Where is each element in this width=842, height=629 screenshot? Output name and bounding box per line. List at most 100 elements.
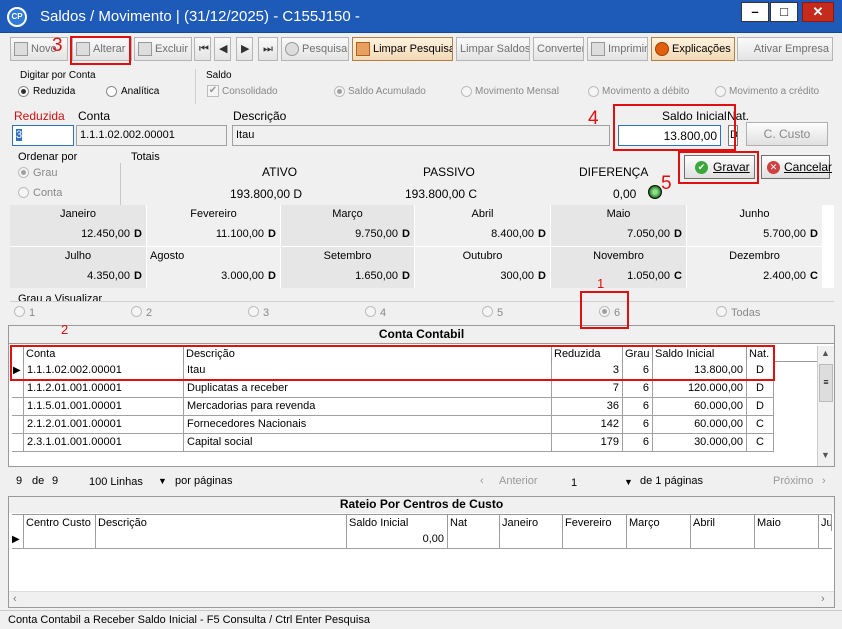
rateio-descricao-cell[interactable] xyxy=(96,531,347,549)
scroll-left-icon[interactable]: ‹ xyxy=(13,593,17,605)
rateio-column-header[interactable]: Abril xyxy=(691,515,755,531)
analitica-radio[interactable] xyxy=(106,86,117,97)
table-cell[interactable]: 7 xyxy=(552,380,623,398)
grau-radio-5[interactable] xyxy=(482,306,493,317)
table-cell[interactable]: 1.1.5.01.001.00001 xyxy=(24,398,184,416)
table-cell[interactable]: 3 xyxy=(552,362,623,380)
converter-button[interactable]: Converter xyxy=(533,37,584,61)
rateio-column-header[interactable]: Nat xyxy=(448,515,500,531)
table-cell[interactable]: 1.1.1.02.002.00001 xyxy=(24,362,184,380)
rateio-fevereiro-cell[interactable] xyxy=(563,531,627,549)
page-dropdown-icon[interactable]: ▼ xyxy=(624,477,633,487)
rateio-column-header[interactable]: Maio xyxy=(755,515,819,531)
reduzida-input[interactable]: 3 xyxy=(12,125,74,146)
table-cell[interactable]: Duplicatas a receber xyxy=(184,380,552,398)
saldo-acumulado-radio[interactable] xyxy=(334,86,345,97)
grau-radio-4[interactable] xyxy=(365,306,376,317)
rateio-column-header[interactable]: Fevereiro xyxy=(563,515,627,531)
alterar-button[interactable]: Alterar xyxy=(72,37,132,61)
table-cell[interactable]: 120.000,00 xyxy=(653,380,747,398)
ordenar-grau-radio[interactable] xyxy=(18,167,29,178)
lines-select[interactable]: 100 Linhas xyxy=(89,476,143,488)
table-cell[interactable]: 6 xyxy=(623,416,653,434)
table-cell[interactable]: 179 xyxy=(552,434,623,452)
prev-page-icon[interactable]: ‹ xyxy=(480,475,484,487)
next-record-button[interactable]: ▶ xyxy=(236,37,253,61)
column-header[interactable]: Descrição xyxy=(184,346,552,362)
imprimir-button[interactable]: Imprimir xyxy=(587,37,648,61)
next-page-icon[interactable]: › xyxy=(822,475,826,487)
scroll-up-icon[interactable]: ▲ xyxy=(821,348,830,358)
rateio-column-header[interactable]: Descrição xyxy=(96,515,347,531)
table-cell[interactable]: 2.3.1.01.001.00001 xyxy=(24,434,184,452)
reduzida-radio[interactable] xyxy=(18,86,29,97)
gravar-button[interactable]: ✔ Gravar xyxy=(684,155,755,179)
explicacoes-button[interactable]: Explicações xyxy=(651,37,735,61)
rateio-centro-cell[interactable] xyxy=(24,531,96,549)
table-cell[interactable]: Mercadorias para revenda xyxy=(184,398,552,416)
prev-record-button[interactable]: ◀ xyxy=(214,37,231,61)
excluir-button[interactable]: Excluir xyxy=(134,37,192,61)
table-cell[interactable]: 60.000,00 xyxy=(653,398,747,416)
rateio-row[interactable]: ▶ 0,00 xyxy=(12,531,832,549)
table-cell[interactable]: 30.000,00 xyxy=(653,434,747,452)
grau-radio-6[interactable] xyxy=(599,306,610,317)
scroll-thumb[interactable]: ≡ xyxy=(819,364,833,402)
table-row[interactable]: 1.1.2.01.001.00001 Duplicatas a receber 7 6… xyxy=(12,380,774,398)
table-cell[interactable]: 13.800,00 xyxy=(653,362,747,380)
limpar-saldos-button[interactable]: Limpar Saldos xyxy=(456,37,530,61)
rateio-janeiro-cell[interactable] xyxy=(500,531,563,549)
table-cell[interactable]: D xyxy=(747,362,774,380)
rateio-saldo-cell[interactable]: 0,00 xyxy=(347,531,448,549)
rateio-abril-cell[interactable] xyxy=(691,531,755,549)
scroll-right-icon[interactable]: › xyxy=(821,593,825,605)
rateio-marco-cell[interactable] xyxy=(627,531,691,549)
grau-radio-3[interactable] xyxy=(248,306,259,317)
movimento-mensal-radio[interactable] xyxy=(461,86,472,97)
table-cell[interactable]: 2.1.2.01.001.00001 xyxy=(24,416,184,434)
rateio-nat-cell[interactable] xyxy=(448,531,500,549)
table-cell[interactable]: C xyxy=(747,434,774,452)
rateio-column-header[interactable]: Saldo Inicial xyxy=(347,515,448,531)
table-cell[interactable]: D xyxy=(747,398,774,416)
grau-radio-2[interactable] xyxy=(131,306,142,317)
table-cell[interactable]: D xyxy=(747,380,774,398)
rateio-column-header[interactable]: Ju xyxy=(819,515,832,531)
table-cell[interactable]: Fornecedores Nacionais xyxy=(184,416,552,434)
movimento-debito-radio[interactable] xyxy=(588,86,599,97)
table-row[interactable]: 1.1.5.01.001.00001 Mercadorias para reven… xyxy=(12,398,774,416)
limpar-pesquisa-button[interactable]: Limpar Pesquisa xyxy=(352,37,453,61)
table-row[interactable]: 2.3.1.01.001.00001 Capital social 179 6 30.0… xyxy=(12,434,774,452)
column-header[interactable]: Nat. xyxy=(747,346,774,362)
table-row[interactable]: ▶ 1.1.1.02.002.00001 Itau 3 6 13.800,00 D xyxy=(12,362,774,380)
minimize-button[interactable]: – xyxy=(741,2,769,22)
column-header[interactable]: Conta xyxy=(24,346,184,362)
table-cell[interactable]: 6 xyxy=(623,434,653,452)
grau-radio-todas[interactable] xyxy=(716,306,727,317)
table-cell[interactable]: 60.000,00 xyxy=(653,416,747,434)
ativar-empresa-button[interactable]: Ativar Empresa xyxy=(737,37,833,61)
pesquisa-button[interactable]: Pesquisa xyxy=(281,37,349,61)
table-row[interactable]: 2.1.2.01.001.00001 Fornecedores Nacionais… xyxy=(12,416,774,434)
maximize-button[interactable]: □ xyxy=(770,2,798,22)
scroll-down-icon[interactable]: ▼ xyxy=(821,450,830,460)
page-select[interactable]: 1 xyxy=(571,477,577,489)
rateio-hscrollbar[interactable]: ‹ › xyxy=(9,591,834,607)
column-header[interactable]: Saldo Inicial xyxy=(653,346,747,362)
close-button[interactable]: ✕ xyxy=(802,2,834,22)
cancelar-button[interactable]: ✕ Cancelar xyxy=(761,155,832,179)
conta-grid-scrollbar[interactable]: ▲ ≡ ▼ xyxy=(817,346,834,466)
lines-dropdown-icon[interactable]: ▼ xyxy=(158,476,167,486)
saldo-inicial-input[interactable]: 13.800,00 xyxy=(618,125,721,146)
descricao-input[interactable]: Itau xyxy=(232,125,610,146)
table-cell[interactable]: 36 xyxy=(552,398,623,416)
movimento-credito-radio[interactable] xyxy=(715,86,726,97)
conta-input[interactable]: 1.1.1.02.002.00001 xyxy=(76,125,227,146)
first-record-button[interactable]: ⏮ xyxy=(194,37,211,61)
table-cell[interactable]: 142 xyxy=(552,416,623,434)
grau-radio-1[interactable] xyxy=(14,306,25,317)
last-record-button[interactable]: ⏭ xyxy=(258,37,278,61)
rateio-column-header[interactable]: Janeiro xyxy=(500,515,563,531)
column-header[interactable]: Reduzida xyxy=(552,346,623,362)
table-cell[interactable]: 6 xyxy=(623,380,653,398)
